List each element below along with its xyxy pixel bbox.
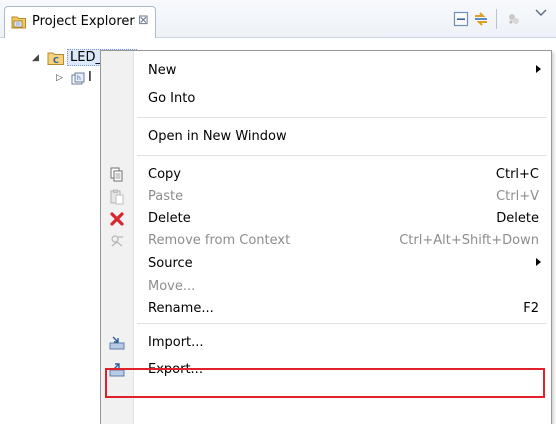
- focus-icon[interactable]: [505, 10, 523, 28]
- menu-item-copy[interactable]: Copy Ctrl+C: [101, 164, 551, 186]
- menu-item-source[interactable]: Source: [101, 253, 551, 275]
- menu-item-label: Move...: [148, 279, 196, 294]
- highlight-box-import: [105, 368, 545, 398]
- menu-item-label: New: [148, 63, 177, 78]
- menu-item-label: Paste: [148, 189, 184, 204]
- svg-text:h: h: [77, 75, 81, 82]
- shortcut-label: Delete: [496, 211, 539, 226]
- menu-item-go-into[interactable]: Go Into: [101, 88, 551, 110]
- link-with-editor-icon[interactable]: [472, 10, 490, 28]
- menu-item-rename[interactable]: Rename... F2: [101, 298, 551, 320]
- project-explorer-icon: [11, 16, 26, 29]
- menu-item-open-in-new-window[interactable]: Open in New Window: [101, 126, 551, 148]
- menu-item-import[interactable]: Import...: [101, 332, 551, 354]
- menu-item-remove-from-context[interactable]: Remove from Context Ctrl+Alt+Shift+Down: [101, 230, 551, 252]
- remove-context-icon: [111, 235, 123, 247]
- menu-separator: [137, 117, 547, 118]
- project-folder-icon: C: [47, 52, 64, 65]
- menu-item-new[interactable]: New: [101, 60, 551, 82]
- view-menu-icon[interactable]: [532, 4, 550, 22]
- view-title: Project Explorer: [32, 14, 135, 29]
- import-icon: [109, 336, 125, 350]
- menu-item-label: Source: [148, 256, 193, 271]
- paste-icon: [110, 189, 124, 205]
- collapsed-twisty-icon[interactable]: ▷: [56, 73, 63, 83]
- menu-item-label: Copy: [148, 167, 181, 182]
- menu-item-label: Open in New Window: [148, 129, 287, 144]
- shortcut-label: Ctrl+C: [495, 167, 539, 182]
- includes-icon: h: [71, 72, 85, 85]
- shortcut-label: Ctrl+Alt+Shift+Down: [399, 233, 539, 248]
- svg-text:C: C: [53, 56, 59, 65]
- submenu-arrow-icon: [536, 258, 541, 266]
- menu-item-label: Rename...: [148, 301, 214, 316]
- shortcut-label: F2: [523, 301, 539, 316]
- tree-label-child: I: [88, 70, 92, 85]
- menu-item-label: Import...: [148, 335, 204, 350]
- menu-item-label: Delete: [148, 211, 191, 226]
- tree-row-child[interactable]: ▷ h I: [0, 69, 100, 89]
- menu-separator: [137, 323, 547, 324]
- submenu-arrow-icon: [536, 65, 541, 73]
- menu-item-move[interactable]: Move...: [101, 276, 551, 298]
- expanded-twisty-icon[interactable]: ◢: [32, 53, 39, 63]
- menu-item-label: Remove from Context: [148, 233, 291, 248]
- menu-item-paste[interactable]: Paste Ctrl+V: [101, 186, 551, 208]
- close-tab-icon[interactable]: ⊠: [138, 13, 149, 28]
- eclipse-window: Project Explorer ⊠ ◢ C LED_Blink ▷: [0, 0, 556, 424]
- collapse-all-icon[interactable]: [452, 10, 470, 28]
- menu-item-delete[interactable]: Delete Delete: [101, 208, 551, 230]
- copy-icon: [110, 167, 123, 182]
- project-explorer-tab[interactable]: Project Explorer ⊠: [4, 6, 156, 38]
- menu-separator: [137, 155, 547, 156]
- menu-item-label: Go Into: [148, 91, 196, 106]
- view-tab-bar: Project Explorer ⊠: [0, 0, 556, 38]
- delete-icon: [110, 212, 124, 226]
- shortcut-label: Ctrl+V: [496, 189, 539, 204]
- toolbar-separator: [496, 9, 497, 29]
